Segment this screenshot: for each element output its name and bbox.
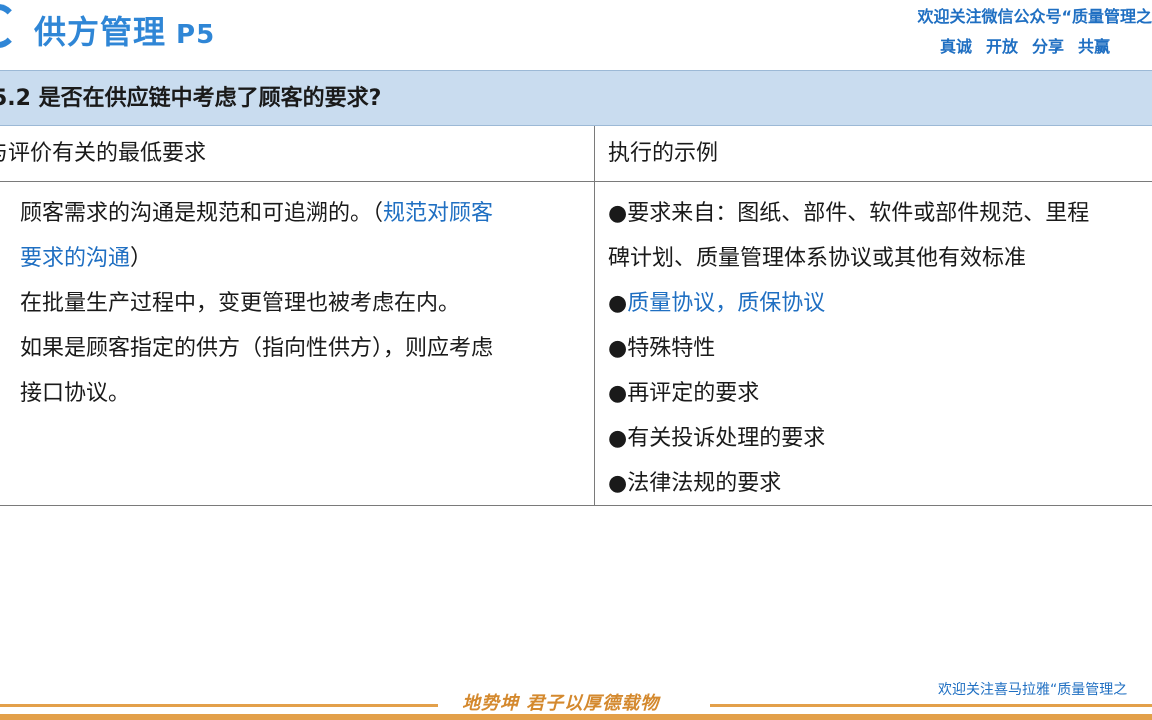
example-line: ●再评定的要求 (608, 381, 760, 406)
bullet-icon: ● (608, 291, 628, 316)
slogan-word: 共赢 (1078, 37, 1111, 56)
line-text: ） (130, 246, 153, 271)
example-line: ●质量协议，质保协议 (608, 281, 1152, 326)
page-number: P5 (176, 20, 216, 50)
highlight-text: 规范对顾客 (383, 201, 494, 226)
example-line: ●要求来自：图纸、部件、软件或部件规范、里程 (608, 201, 1090, 226)
footer-band (0, 714, 1152, 720)
requirement-line: 要求的沟通） (20, 236, 580, 281)
footer-divider (710, 704, 1152, 707)
slogan-word: 开放 (986, 37, 1019, 56)
requirements-cell: 顾客需求的沟通是规范和可追溯的。（规范对顾客 要求的沟通） 在批量生产过程中，变… (20, 191, 580, 416)
highlight-text: 质量协议，质保协议 (627, 291, 826, 316)
footer-divider (0, 704, 438, 707)
examples-cell: ●要求来自：图纸、部件、软件或部件规范、里程 碑计划、质量管理体系协议或其他有效… (608, 191, 1152, 506)
example-line: ●特殊特性 (608, 336, 716, 361)
footer-motto: 地势坤 君子以厚德载物 (462, 693, 660, 714)
example-line: ●法律法规的要求 (608, 471, 782, 496)
requirement-line: 在批量生产过程中，变更管理也被考虑在内。 (20, 291, 461, 316)
example-line: 碑计划、质量管理体系协议或其他有效标准 (608, 246, 1027, 271)
page-title: 供方管理 P5 (34, 12, 215, 55)
line-text: 顾客需求的沟通是规范和可追溯的。（ (20, 201, 384, 226)
requirement-line: 顾客需求的沟通是规范和可追溯的。（规范对顾客 (20, 191, 580, 236)
requirement-line: 如果是顾客指定的供方（指向性供方），则应考虑 (20, 336, 494, 361)
requirement-line: 接口协议。 (20, 381, 131, 406)
header-wechat-note: 欢迎关注微信公众号“质量管理之 (917, 7, 1152, 26)
logo-icon (0, 4, 18, 48)
left-column-header: 与评价有关的最低要求 (0, 141, 207, 166)
question-bar: 5.2 是否在供应链中考虑了顾客的要求? (0, 70, 1152, 126)
highlight-text: 要求的沟通 (20, 246, 131, 271)
header-slogan: 真诚 开放 分享 共赢 (940, 36, 1124, 58)
question-text: 5.2 是否在供应链中考虑了顾客的要求? (0, 86, 382, 111)
footer-ximalaya-note: 欢迎关注喜马拉雅“质量管理之 (938, 682, 1128, 698)
slogan-word: 真诚 (940, 37, 973, 56)
slogan-word: 分享 (1032, 37, 1065, 56)
column-divider (594, 126, 595, 506)
right-column-header: 执行的示例 (608, 141, 719, 166)
page-title-text: 供方管理 (34, 13, 167, 51)
example-line: ●有关投诉处理的要求 (608, 426, 826, 451)
